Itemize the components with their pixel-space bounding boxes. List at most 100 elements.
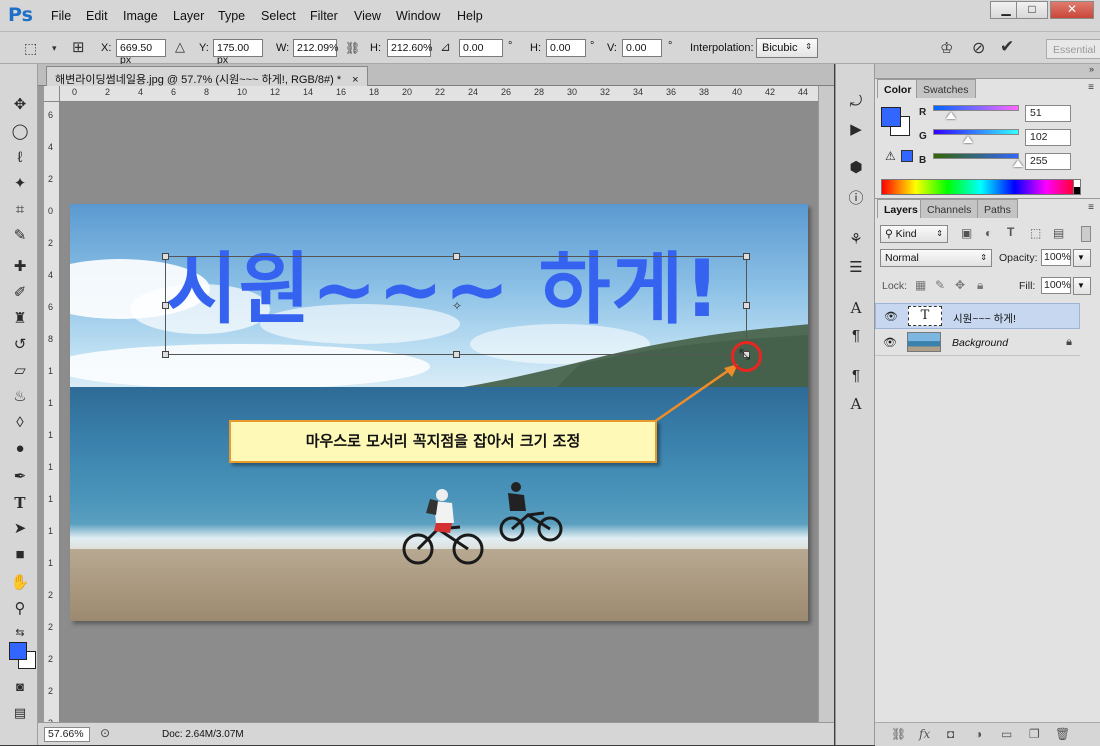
eyedropper-tool-icon[interactable]: ✎ <box>9 225 31 247</box>
dodge-tool-icon[interactable]: ● <box>9 438 31 460</box>
hand-tool-icon[interactable]: ✋ <box>9 572 31 594</box>
transform-handle-left[interactable] <box>162 302 169 309</box>
transform-handle-bottom-left[interactable] <box>162 351 169 358</box>
angle-input[interactable]: 0.00 <box>459 39 503 57</box>
path-selection-icon[interactable]: ➤ <box>9 518 31 540</box>
paragraph-panel-icon[interactable]: ¶ <box>846 326 866 346</box>
new-layer-icon[interactable]: ❐ <box>1029 727 1040 741</box>
b-slider-thumb[interactable] <box>1013 160 1023 167</box>
chevron-down-icon[interactable]: ▾ <box>52 43 57 54</box>
workspace-button[interactable]: Essential <box>1046 39 1100 59</box>
pen-tool-icon[interactable]: ✒ <box>9 466 31 488</box>
delete-layer-icon[interactable]: 🗑︎ <box>1055 727 1070 741</box>
swap-colors-icon[interactable]: ⇆ <box>9 622 31 644</box>
adjustment-layer-icon[interactable]: ◑ <box>975 727 982 741</box>
character-styles-icon[interactable]: A <box>846 394 866 414</box>
menu-filter[interactable]: Filter <box>310 9 338 23</box>
commit-transform-icon[interactable]: ✔ <box>1000 37 1014 57</box>
clone-stamp-icon[interactable]: ♜ <box>9 308 31 330</box>
adjustments-icon[interactable]: ☰ <box>846 258 866 278</box>
marquee-tool-icon[interactable]: ◯ <box>9 121 31 143</box>
menu-edit[interactable]: Edit <box>86 9 108 23</box>
y-input[interactable]: 175.00 px <box>213 39 263 66</box>
screen-mode-icon[interactable]: ▤ <box>9 702 31 724</box>
filter-type-icon[interactable]: T <box>1007 225 1014 239</box>
width-input[interactable]: 212.09% <box>293 39 338 57</box>
visibility-eye-icon[interactable]: 👁︎ <box>883 336 897 349</box>
3d-panel-icon[interactable]: ⬢ <box>846 158 866 178</box>
panel-menu-icon[interactable]: ≡ <box>1088 82 1094 93</box>
layers-menu-icon[interactable]: ≡ <box>1088 202 1094 213</box>
paragraph-styles-icon[interactable]: ¶ <box>846 366 866 386</box>
layer-name-text[interactable]: 시원~~~ 하게! <box>953 311 1016 326</box>
transform-handle-bottom[interactable] <box>453 351 460 358</box>
menu-type[interactable]: Type <box>218 9 245 23</box>
document-tab[interactable]: 해변라이딩썸네일용.jpg @ 57.7% (시원~~~ 하게!, RGB/8#… <box>46 66 368 86</box>
menu-select[interactable]: Select <box>261 9 296 23</box>
r-value-input[interactable]: 51 <box>1025 105 1071 122</box>
layer-row-text[interactable]: 👁︎ T 시원~~~ 하게! <box>875 303 1080 329</box>
vskew-input[interactable]: 0.00 <box>622 39 662 57</box>
tab-close-icon[interactable]: × <box>352 74 358 86</box>
color-spectrum[interactable] <box>881 179 1081 195</box>
transform-bounding-box[interactable]: ✧ <box>162 253 750 358</box>
color-panel-foreground[interactable] <box>881 107 901 127</box>
magic-wand-icon[interactable]: ✦ <box>9 173 31 195</box>
brush-presets-icon[interactable]: ⚘ <box>846 230 866 250</box>
actions-panel-icon[interactable]: ▶ <box>846 120 866 140</box>
move-tool-icon[interactable]: ✥ <box>9 94 31 116</box>
fill-dropdown-icon[interactable]: ▼ <box>1073 277 1091 295</box>
healing-brush-icon[interactable]: ✚ <box>9 256 31 278</box>
rectangle-tool-icon[interactable]: ■ <box>9 544 31 566</box>
transform-center-icon[interactable]: ✧ <box>452 299 462 313</box>
layer-style-icon[interactable]: fx <box>919 727 930 741</box>
eraser-tool-icon[interactable]: ▱ <box>9 360 31 382</box>
filter-toggle[interactable] <box>1081 226 1091 242</box>
spectrum-black-white[interactable] <box>1073 179 1081 195</box>
visibility-eye-icon[interactable]: 👁︎ <box>884 310 898 323</box>
transform-handle-top-left[interactable] <box>162 253 169 260</box>
lock-transparent-icon[interactable]: ▦ <box>915 278 926 292</box>
r-slider-thumb[interactable] <box>946 112 956 119</box>
quick-mask-icon[interactable]: ◙ <box>9 676 31 698</box>
x-input[interactable]: 669.50 px <box>116 39 166 66</box>
foreground-color-swatch[interactable] <box>9 642 27 660</box>
opacity-dropdown-icon[interactable]: ▼ <box>1073 249 1091 267</box>
interpolation-select[interactable]: Bicubic ⇕ <box>756 38 818 58</box>
lock-position-icon[interactable]: ✥ <box>955 278 965 292</box>
fill-input[interactable]: 100% <box>1041 277 1071 294</box>
tab-paths[interactable]: Paths <box>977 199 1018 218</box>
add-mask-icon[interactable]: ◘ <box>947 727 954 741</box>
tab-channels[interactable]: Channels <box>920 199 979 218</box>
history-panel-icon[interactable]: ⤾ <box>846 92 866 112</box>
filter-smart-object-icon[interactable]: ▤ <box>1053 226 1064 240</box>
cancel-transform-icon[interactable]: ⊘ <box>972 38 985 58</box>
layer-name-background[interactable]: Background <box>952 337 1008 349</box>
reference-point-icon[interactable]: ⊞ <box>72 38 85 56</box>
b-value-input[interactable]: 255 <box>1025 153 1071 170</box>
share-icon[interactable]: ⊙ <box>100 726 110 740</box>
menu-layer[interactable]: Layer <box>173 9 204 23</box>
vertical-scrollbar[interactable] <box>818 86 834 722</box>
paint-bucket-icon[interactable]: ♨ <box>9 386 31 408</box>
g-slider[interactable] <box>933 129 1019 135</box>
panel-collapse-bar[interactable]: » <box>875 64 1100 78</box>
delta-icon[interactable]: △ <box>175 39 185 55</box>
vertical-ruler[interactable]: 64202468111111122222 <box>44 102 60 728</box>
close-button[interactable]: ✕ <box>1050 1 1094 19</box>
transform-handle-right[interactable] <box>743 302 750 309</box>
zoom-level-input[interactable]: 57.66% <box>44 727 90 742</box>
history-brush-icon[interactable]: ↺ <box>9 334 31 356</box>
g-value-input[interactable]: 102 <box>1025 129 1071 146</box>
menu-view[interactable]: View <box>354 9 381 23</box>
link-icon[interactable]: ⛓ <box>345 41 360 55</box>
menu-image[interactable]: Image <box>123 9 158 23</box>
doc-size-readout[interactable]: Doc: 2.64M/3.07M <box>162 729 244 740</box>
opacity-input[interactable]: 100% <box>1041 249 1071 266</box>
blend-mode-select[interactable]: Normal ⇕ <box>880 249 992 267</box>
menu-file[interactable]: File <box>51 9 71 23</box>
type-tool-icon[interactable]: T <box>9 492 31 514</box>
height-input[interactable]: 212.60% <box>387 39 432 57</box>
tab-color[interactable]: Color <box>877 79 919 98</box>
b-slider[interactable] <box>933 153 1019 159</box>
